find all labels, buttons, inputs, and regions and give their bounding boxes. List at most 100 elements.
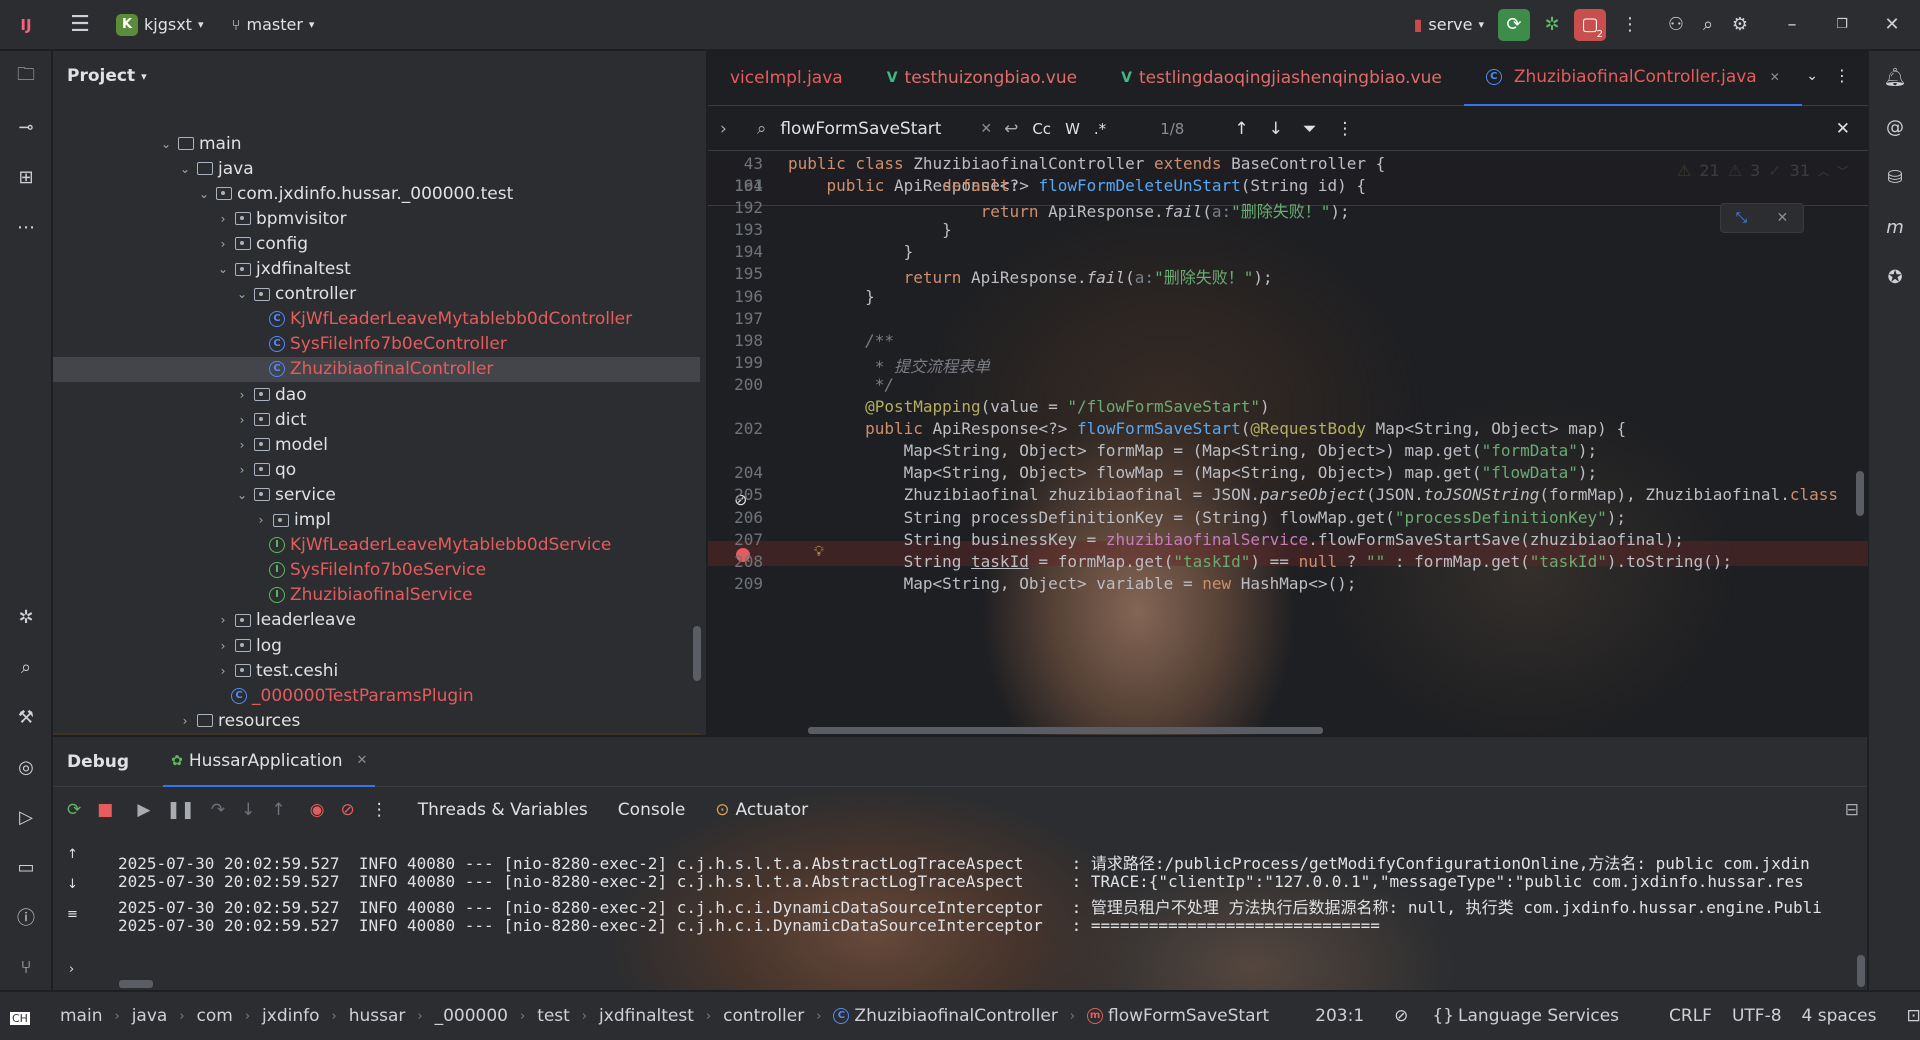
- code-text[interactable]: }: [788, 242, 914, 261]
- search-icon[interactable]: ⌕: [1692, 9, 1724, 41]
- clear-query-icon[interactable]: ✕: [980, 121, 992, 137]
- code-text[interactable]: return ApiResponse.fail(a:"删除失败！");: [788, 198, 1350, 222]
- structure-icon[interactable]: ⊞: [10, 161, 42, 193]
- plugin-icon[interactable]: ✪: [1879, 261, 1911, 293]
- find-tool-icon[interactable]: ⌕: [10, 651, 42, 683]
- code-text[interactable]: return ApiResponse.fail(a:"删除失败！");: [788, 264, 1273, 288]
- code-text[interactable]: /**: [788, 331, 894, 350]
- breadcrumb-item[interactable]: jxdfinaltest: [599, 1006, 694, 1026]
- project-folder-icon[interactable]: 🗀: [10, 61, 42, 93]
- pause-icon[interactable]: ❚❚: [166, 800, 195, 820]
- mute-breakpoints-icon[interactable]: ⊘: [340, 800, 354, 820]
- tree-item[interactable]: › config: [215, 231, 308, 256]
- step-over-icon[interactable]: ↷: [211, 800, 225, 820]
- next-match-icon[interactable]: ↓: [1269, 119, 1283, 139]
- tree-item[interactable]: › log: [215, 633, 282, 658]
- run-config-selector[interactable]: ▮ serve ▾: [1414, 15, 1484, 34]
- run-icon[interactable]: ▷: [10, 801, 42, 833]
- editor-tab[interactable]: viceImpl.java: [708, 51, 865, 106]
- scroll-up-icon[interactable]: ↑: [67, 847, 78, 862]
- code-text[interactable]: Map<String, Object> variable = new HashM…: [788, 574, 1357, 593]
- git-icon[interactable]: ⑂: [10, 951, 42, 983]
- more-actions-icon[interactable]: ⋮: [1614, 9, 1646, 41]
- breadcrumb-item[interactable]: _000000: [435, 1006, 508, 1026]
- chevron-right-icon[interactable]: ›: [215, 237, 231, 251]
- debug-tool-icon[interactable]: ✲: [10, 601, 42, 633]
- editor-tab[interactable]: C ZhuzibiaofinalController.java ✕: [1463, 51, 1802, 106]
- breadcrumb-item[interactable]: jxdinfo: [262, 1006, 319, 1026]
- read-only-lock-icon[interactable]: ⊡: [1906, 1006, 1920, 1026]
- tree-item[interactable]: I SysFileInfo7b0eService: [253, 558, 486, 583]
- code-text[interactable]: String processDefinitionKey = (String) f…: [788, 508, 1626, 527]
- problems-icon[interactable]: ⓘ: [10, 901, 42, 933]
- expand-icon[interactable]: ›: [69, 962, 74, 977]
- tree-item[interactable]: › leaderleave: [215, 608, 356, 633]
- editor-h-scrollbar[interactable]: [808, 727, 1323, 734]
- project-panel-header[interactable]: Project ▾: [53, 51, 706, 101]
- view-breakpoints-icon[interactable]: ◉: [310, 800, 325, 820]
- more-tools-icon[interactable]: ⋯: [10, 211, 42, 243]
- rerun-debug-button[interactable]: ⟳: [1498, 8, 1530, 41]
- breadcrumb-item[interactable]: hussar: [349, 1006, 406, 1026]
- history-icon[interactable]: ↩: [1004, 119, 1018, 139]
- code-text[interactable]: Zhuzibiaofinal zhuzibiaofinal = JSON.par…: [788, 485, 1838, 504]
- regex-toggle[interactable]: .*: [1094, 120, 1106, 138]
- tree-item[interactable]: › dict: [234, 407, 307, 432]
- code-text[interactable]: String taskId = formMap.get("taskId") ==…: [788, 552, 1732, 571]
- tree-item[interactable]: ⌄ main: [158, 131, 242, 156]
- step-into-icon[interactable]: ↓: [241, 800, 255, 820]
- editor-tab[interactable]: Vtestlingdaoqingjiashenqingbiao.vue: [1099, 51, 1464, 106]
- tree-item[interactable]: ⌄ java: [177, 156, 254, 181]
- code-text[interactable]: @PostMapping(value = "/flowFormSaveStart…: [788, 397, 1270, 416]
- chevron-right-icon[interactable]: ›: [234, 463, 250, 477]
- tree-item[interactable]: › dao: [234, 382, 307, 407]
- close-icon[interactable]: ✕: [357, 753, 368, 768]
- indent-setting[interactable]: 4 spaces: [1802, 1006, 1877, 1026]
- main-menu-icon[interactable]: ☰: [64, 9, 96, 41]
- commit-icon[interactable]: ⊸: [10, 111, 42, 143]
- settings-gear-icon[interactable]: ⚙: [1724, 9, 1756, 41]
- chevron-down-icon[interactable]: ⌄: [215, 262, 231, 276]
- tree-item[interactable]: C ZhuzibiaofinalController: [53, 356, 700, 382]
- tree-item[interactable]: › test.ceshi: [215, 658, 339, 683]
- code-text[interactable]: }: [788, 220, 952, 239]
- file-encoding[interactable]: UTF-8: [1732, 1006, 1782, 1026]
- chevron-right-icon[interactable]: ›: [215, 613, 231, 627]
- debug-tab-threads[interactable]: Threads & Variables: [418, 800, 588, 820]
- chevron-down-icon[interactable]: ⌄: [177, 162, 193, 176]
- chevron-right-icon[interactable]: ›: [234, 438, 250, 452]
- maven-icon[interactable]: m: [1879, 211, 1911, 243]
- breadcrumb-item[interactable]: java: [132, 1006, 168, 1026]
- console-v-scrollbar[interactable]: [1857, 955, 1865, 987]
- breadcrumb-item[interactable]: test: [537, 1006, 570, 1026]
- chevron-down-icon[interactable]: ⌄: [234, 287, 250, 301]
- expand-replace-icon[interactable]: ›: [720, 119, 727, 139]
- tree-item[interactable]: › qo: [234, 457, 297, 482]
- tabs-menu-icon[interactable]: ⋮: [1834, 66, 1850, 85]
- database-icon[interactable]: ⛁: [1879, 161, 1911, 193]
- code-text[interactable]: default:: [788, 176, 1019, 195]
- tree-item[interactable]: › bpmvisitor: [215, 206, 347, 231]
- find-options-icon[interactable]: ⋮: [1336, 119, 1353, 139]
- code-text[interactable]: String businessKey = zhuzibiaofinalServi…: [788, 530, 1684, 549]
- filter-icon[interactable]: ⏷: [1303, 119, 1317, 139]
- tree-item[interactable]: I ZhuzibiaofinalService: [253, 583, 473, 608]
- notifications-bell-icon[interactable]: 🔔︎: [1879, 61, 1911, 93]
- tree-item[interactable]: ⌄ controller: [234, 282, 356, 307]
- chevron-down-icon[interactable]: ⌄: [196, 187, 212, 201]
- debug-tab-actuator[interactable]: Actuator: [736, 800, 809, 820]
- code-text[interactable]: }: [788, 287, 875, 306]
- tree-item[interactable]: I KjWfLeaderLeaveMytablebb0dService: [253, 533, 611, 558]
- project-selector[interactable]: K kjgsxt ▾: [116, 13, 203, 36]
- chevron-down-icon[interactable]: ⌄: [158, 137, 174, 151]
- terminal-icon[interactable]: ▭: [10, 851, 42, 883]
- breadcrumb-item[interactable]: controller: [723, 1006, 804, 1026]
- tree-item[interactable]: ⌄ jxdfinaltest: [215, 257, 351, 282]
- chevron-right-icon[interactable]: ›: [234, 388, 250, 402]
- stop-icon[interactable]: ■: [97, 800, 113, 820]
- tree-item[interactable]: C SysFileInfo7b0eController: [253, 332, 507, 357]
- close-icon[interactable]: ✕: [1770, 70, 1780, 84]
- layout-icon[interactable]: ⊟: [1845, 800, 1859, 820]
- tree-scrollbar[interactable]: [693, 626, 701, 681]
- tree-item[interactable]: › impl: [253, 508, 331, 533]
